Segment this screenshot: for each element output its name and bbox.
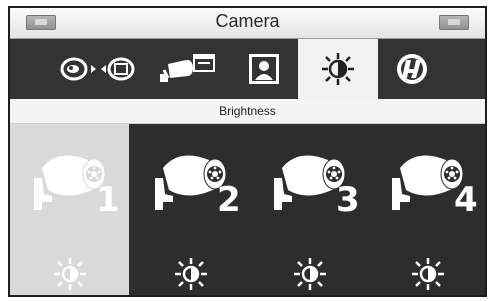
camera-number: 2 bbox=[217, 180, 241, 220]
camera-settings-window: Camera Brightness 1 2 3 4 bbox=[8, 6, 487, 297]
camera-cell-3[interactable]: 3 bbox=[250, 124, 369, 295]
tab-camera-switch[interactable] bbox=[50, 39, 145, 99]
tab-flicker[interactable] bbox=[378, 39, 446, 99]
camera-video-icon bbox=[159, 54, 215, 82]
section-header: Brightness bbox=[10, 99, 485, 124]
home-button[interactable] bbox=[439, 15, 469, 30]
brightness-icon bbox=[175, 258, 207, 290]
camera-number: 4 bbox=[454, 180, 478, 220]
title-bar: Camera bbox=[10, 8, 485, 39]
portrait-icon bbox=[249, 54, 279, 84]
brightness-icon bbox=[54, 258, 86, 290]
brightness-icon bbox=[294, 258, 326, 290]
camera-number: 1 bbox=[96, 180, 120, 220]
home-icon bbox=[448, 19, 460, 25]
settings-tab-bar bbox=[10, 39, 485, 99]
section-label: Brightness bbox=[219, 104, 276, 118]
brightness-icon bbox=[412, 258, 444, 290]
brightness-icon bbox=[322, 53, 354, 85]
page-title: Camera bbox=[215, 11, 280, 31]
camera-cell-4[interactable]: 4 bbox=[368, 124, 485, 295]
camera-cell-2[interactable]: 2 bbox=[131, 124, 250, 295]
tab-brightness[interactable] bbox=[298, 39, 378, 99]
camera-grid: 1 2 3 4 bbox=[10, 124, 485, 295]
tab-portrait[interactable] bbox=[230, 39, 298, 99]
camera-cell-1[interactable]: 1 bbox=[10, 124, 129, 295]
camera-switch-icon bbox=[60, 57, 134, 81]
tab-camera-record[interactable] bbox=[145, 39, 230, 99]
camera-number: 3 bbox=[336, 180, 360, 220]
flicker-icon bbox=[397, 54, 427, 84]
